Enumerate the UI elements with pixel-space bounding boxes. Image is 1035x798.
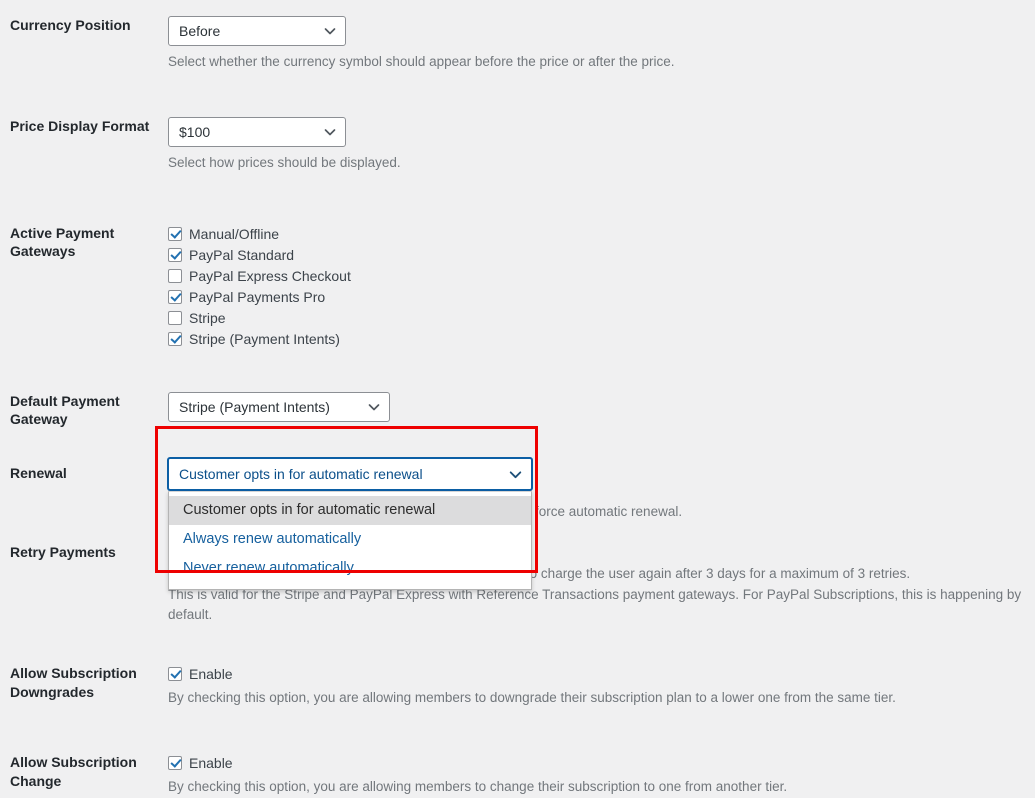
renewal-dropdown-options[interactable]: Customer opts in for automatic renewal A… [168,491,532,591]
row-renewal: Renewal Customer opts in for automatic r… [0,429,1035,591]
checkbox-allow-subscription-downgrades[interactable] [168,667,182,682]
label-retry-payments: Retry Payments [10,544,116,561]
field-default-payment-gateway: Stripe (Payment Intents) [160,391,1035,422]
chevron-down-icon [367,400,381,414]
checkbox-paypal-standard[interactable] [168,247,182,262]
select-price-display-format-value: $100 [179,124,211,141]
row-price-display-format: Price Display Format $100 Select how pri… [0,72,1035,173]
label-active-payment-gateways-text: Active Payment Gateways [10,224,115,260]
field-allow-subscription-downgrades: Enable By checking this option, you are … [160,664,1035,708]
gateway-label: PayPal Payments Pro [189,288,326,305]
gateway-item-stripe-payment-intents[interactable]: Stripe (Payment Intents) [168,329,1035,349]
row-allow-subscription-change: Allow Subscription Change Enable By chec… [0,708,1035,797]
settings-form: Currency Position Before Select whether … [0,0,1035,798]
gateway-label: PayPal Express Checkout [189,267,351,284]
row-currency-position: Currency Position Before Select whether … [0,0,1035,72]
label-currency-position: Currency Position [10,17,131,33]
row-allow-subscription-downgrades: Allow Subscription Downgrades Enable By … [0,625,1035,708]
select-renewal-value: Customer opts in for automatic renewal [179,466,423,483]
gateway-label: PayPal Standard [189,246,295,263]
chevron-down-icon [508,467,523,482]
renewal-option-never-renew[interactable]: Never renew automatically [169,554,531,583]
select-price-display-format[interactable]: $100 [168,117,346,148]
label-active-payment-gateways: Active Payment Gateways [0,224,160,262]
row-active-payment-gateways: Active Payment Gateways Manual/Offline P… [0,174,1035,350]
gateway-item-paypal-express-checkout[interactable]: PayPal Express Checkout [168,266,1035,286]
checkbox-manual-offline[interactable] [168,226,182,241]
gateway-label: Stripe [189,309,226,326]
checkbox-stripe[interactable] [168,310,182,325]
field-price-display-format: $100 Select how prices should be display… [160,117,1035,173]
checkbox-allow-subscription-change[interactable] [168,756,182,771]
desc-price-display-format: Select how prices should be displayed. [168,155,401,171]
checkbox-paypal-payments-pro[interactable] [168,289,182,304]
row-default-payment-gateway: Default Payment Gateway Stripe (Payment … [0,350,1035,430]
label-renewal: Renewal [10,465,67,482]
checkbox-paypal-express-checkout[interactable] [168,268,182,283]
gateway-item-paypal-payments-pro[interactable]: PayPal Payments Pro [168,287,1035,307]
renewal-option-always-renew[interactable]: Always renew automatically [169,525,531,554]
gateway-item-manual-offline[interactable]: Manual/Offline [168,224,1035,244]
gateway-item-paypal-standard[interactable]: PayPal Standard [168,245,1035,265]
desc-retry-payments-line2: This is valid for the Stripe and PayPal … [168,586,1022,622]
gateway-label: Stripe (Payment Intents) [189,330,340,347]
checkbox-label-enable: Enable [189,755,233,772]
checkbox-stripe-payment-intents[interactable] [168,331,182,346]
desc-allow-subscription-downgrades: By checking this option, you are allowin… [168,690,896,706]
renewal-select-wrapper: Customer opts in for automatic renewal C… [168,458,532,591]
select-default-payment-gateway-value: Stripe (Payment Intents) [179,398,330,415]
label-allow-subscription-downgrades: Allow Subscription Downgrades [10,665,137,700]
chevron-down-icon [323,125,337,139]
label-allow-subscription-change: Allow Subscription Change [10,754,137,790]
select-currency-position-value: Before [179,23,221,39]
renewal-option-customer-opts-in[interactable]: Customer opts in for automatic renewal [169,496,531,526]
desc-allow-subscription-change: By checking this option, you are allowin… [168,779,788,795]
label-price-display-format: Price Display Format [10,118,150,135]
chevron-down-icon [323,24,337,38]
field-currency-position: Before Select whether the currency symbo… [160,16,1035,72]
change-enable-row[interactable]: Enable [168,753,1035,773]
downgrades-enable-row[interactable]: Enable [168,664,1035,684]
field-renewal: Customer opts in for automatic renewal C… [160,458,1035,591]
gateway-label: Manual/Offline [189,225,280,242]
select-currency-position[interactable]: Before [168,16,346,46]
field-active-payment-gateways: Manual/Offline PayPal Standard PayPal Ex… [160,224,1035,350]
select-default-payment-gateway[interactable]: Stripe (Payment Intents) [168,391,390,422]
checkbox-label-enable: Enable [189,666,233,683]
label-default-payment-gateway: Default Payment Gateway [10,392,120,428]
gateway-item-stripe[interactable]: Stripe [168,308,1035,328]
select-renewal[interactable]: Customer opts in for automatic renewal [168,458,532,491]
gateway-checkbox-list: Manual/Offline PayPal Standard PayPal Ex… [168,224,1035,349]
desc-currency-position: Select whether the currency symbol shoul… [168,54,675,69]
